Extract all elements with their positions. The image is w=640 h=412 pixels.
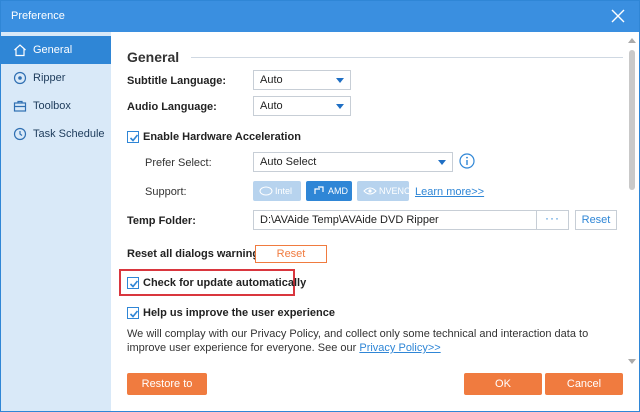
- chevron-down-icon: [336, 104, 344, 109]
- temp-folder-reset-button[interactable]: Reset: [575, 210, 617, 230]
- clock-icon: [13, 127, 27, 141]
- info-icon[interactable]: [459, 153, 475, 169]
- subtitle-language-select[interactable]: Auto: [253, 70, 351, 90]
- hardware-acceleration-label: Enable Hardware Acceleration: [143, 131, 301, 143]
- section-title: General: [127, 49, 180, 65]
- learn-more-link[interactable]: Learn more>>: [415, 186, 484, 198]
- scroll-down-icon[interactable]: [628, 359, 636, 364]
- section-divider: [191, 57, 623, 58]
- hardware-acceleration-checkbox[interactable]: [127, 131, 139, 143]
- toolbox-icon: [13, 100, 27, 112]
- temp-folder-field[interactable]: D:\AVAide Temp\AVAide DVD Ripper ···: [253, 210, 569, 230]
- nvenc-option-label: NVENC: [379, 186, 411, 196]
- browse-folder-button[interactable]: ···: [536, 211, 568, 229]
- sidebar-item-label: Toolbox: [33, 100, 71, 112]
- intel-option[interactable]: Intel: [253, 181, 301, 201]
- amd-option-label: AMD: [328, 186, 348, 196]
- sidebar-item-task-schedule[interactable]: Task Schedule: [1, 120, 111, 148]
- disc-icon: [13, 71, 27, 85]
- reset-dialogs-label: Reset all dialogs warnings:: [127, 248, 269, 260]
- audio-language-label: Audio Language:: [127, 101, 217, 113]
- preference-window: Preference General Ripper Toolbox Task S…: [0, 0, 640, 412]
- temp-folder-label: Temp Folder:: [127, 215, 196, 227]
- general-settings-panel: General Subtitle Language: Auto Audio La…: [111, 32, 639, 412]
- sidebar-item-general[interactable]: General: [1, 36, 111, 64]
- sidebar-item-label: Task Schedule: [33, 128, 105, 140]
- title-bar: Preference: [1, 1, 639, 32]
- home-icon: [14, 44, 26, 57]
- audio-language-select[interactable]: Auto: [253, 96, 351, 116]
- temp-folder-path: D:\AVAide Temp\AVAide DVD Ripper: [260, 214, 439, 226]
- prefer-select-dropdown[interactable]: Auto Select: [253, 152, 453, 172]
- window-title: Preference: [11, 10, 65, 22]
- privacy-description-text: We will complay with our Privacy Policy,…: [127, 328, 589, 354]
- ok-button[interactable]: OK: [464, 373, 542, 395]
- scroll-up-icon[interactable]: [628, 38, 636, 43]
- nvenc-option[interactable]: NVENC: [357, 181, 411, 201]
- reset-dialogs-button[interactable]: Reset: [255, 245, 327, 263]
- subtitle-language-value: Auto: [260, 74, 283, 86]
- audio-language-value: Auto: [260, 100, 283, 112]
- prefer-select-value: Auto Select: [260, 156, 317, 168]
- sidebar-item-label: Ripper: [33, 72, 66, 84]
- subtitle-language-label: Subtitle Language:: [127, 75, 226, 87]
- checkmark-icon: [129, 134, 139, 142]
- amd-option[interactable]: AMD: [306, 181, 352, 201]
- nvidia-eye-icon: [363, 187, 377, 195]
- restore-default-button[interactable]: Restore to Default: [127, 373, 207, 412]
- intel-chip-icon: [259, 186, 273, 196]
- prefer-select-label: Prefer Select:: [145, 157, 212, 169]
- privacy-policy-link[interactable]: Privacy Policy>>: [359, 342, 440, 354]
- chevron-down-icon: [336, 78, 344, 83]
- intel-option-label: Intel: [275, 186, 293, 196]
- sidebar-item-label: General: [33, 44, 73, 56]
- chevron-down-icon: [438, 160, 446, 165]
- checkmark-icon: [129, 310, 139, 318]
- checkmark-icon: [129, 280, 139, 288]
- improve-experience-label: Help us improve the user experience: [143, 307, 335, 319]
- sidebar-item-toolbox[interactable]: Toolbox: [1, 92, 111, 120]
- scrollbar-thumb[interactable]: [629, 50, 635, 190]
- support-label: Support:: [145, 186, 187, 198]
- sidebar: General Ripper Toolbox Task Schedule: [1, 32, 111, 411]
- sidebar-item-ripper[interactable]: Ripper: [1, 64, 111, 92]
- vertical-scrollbar[interactable]: [627, 36, 637, 366]
- close-icon[interactable]: [611, 9, 625, 23]
- amd-chip-icon: [314, 186, 324, 194]
- improve-experience-checkbox[interactable]: [127, 307, 139, 319]
- check-update-checkbox[interactable]: [127, 277, 139, 289]
- privacy-description: We will complay with our Privacy Policy,…: [127, 327, 627, 355]
- check-update-label: Check for update automatically: [143, 277, 307, 289]
- cancel-button[interactable]: Cancel: [545, 373, 623, 395]
